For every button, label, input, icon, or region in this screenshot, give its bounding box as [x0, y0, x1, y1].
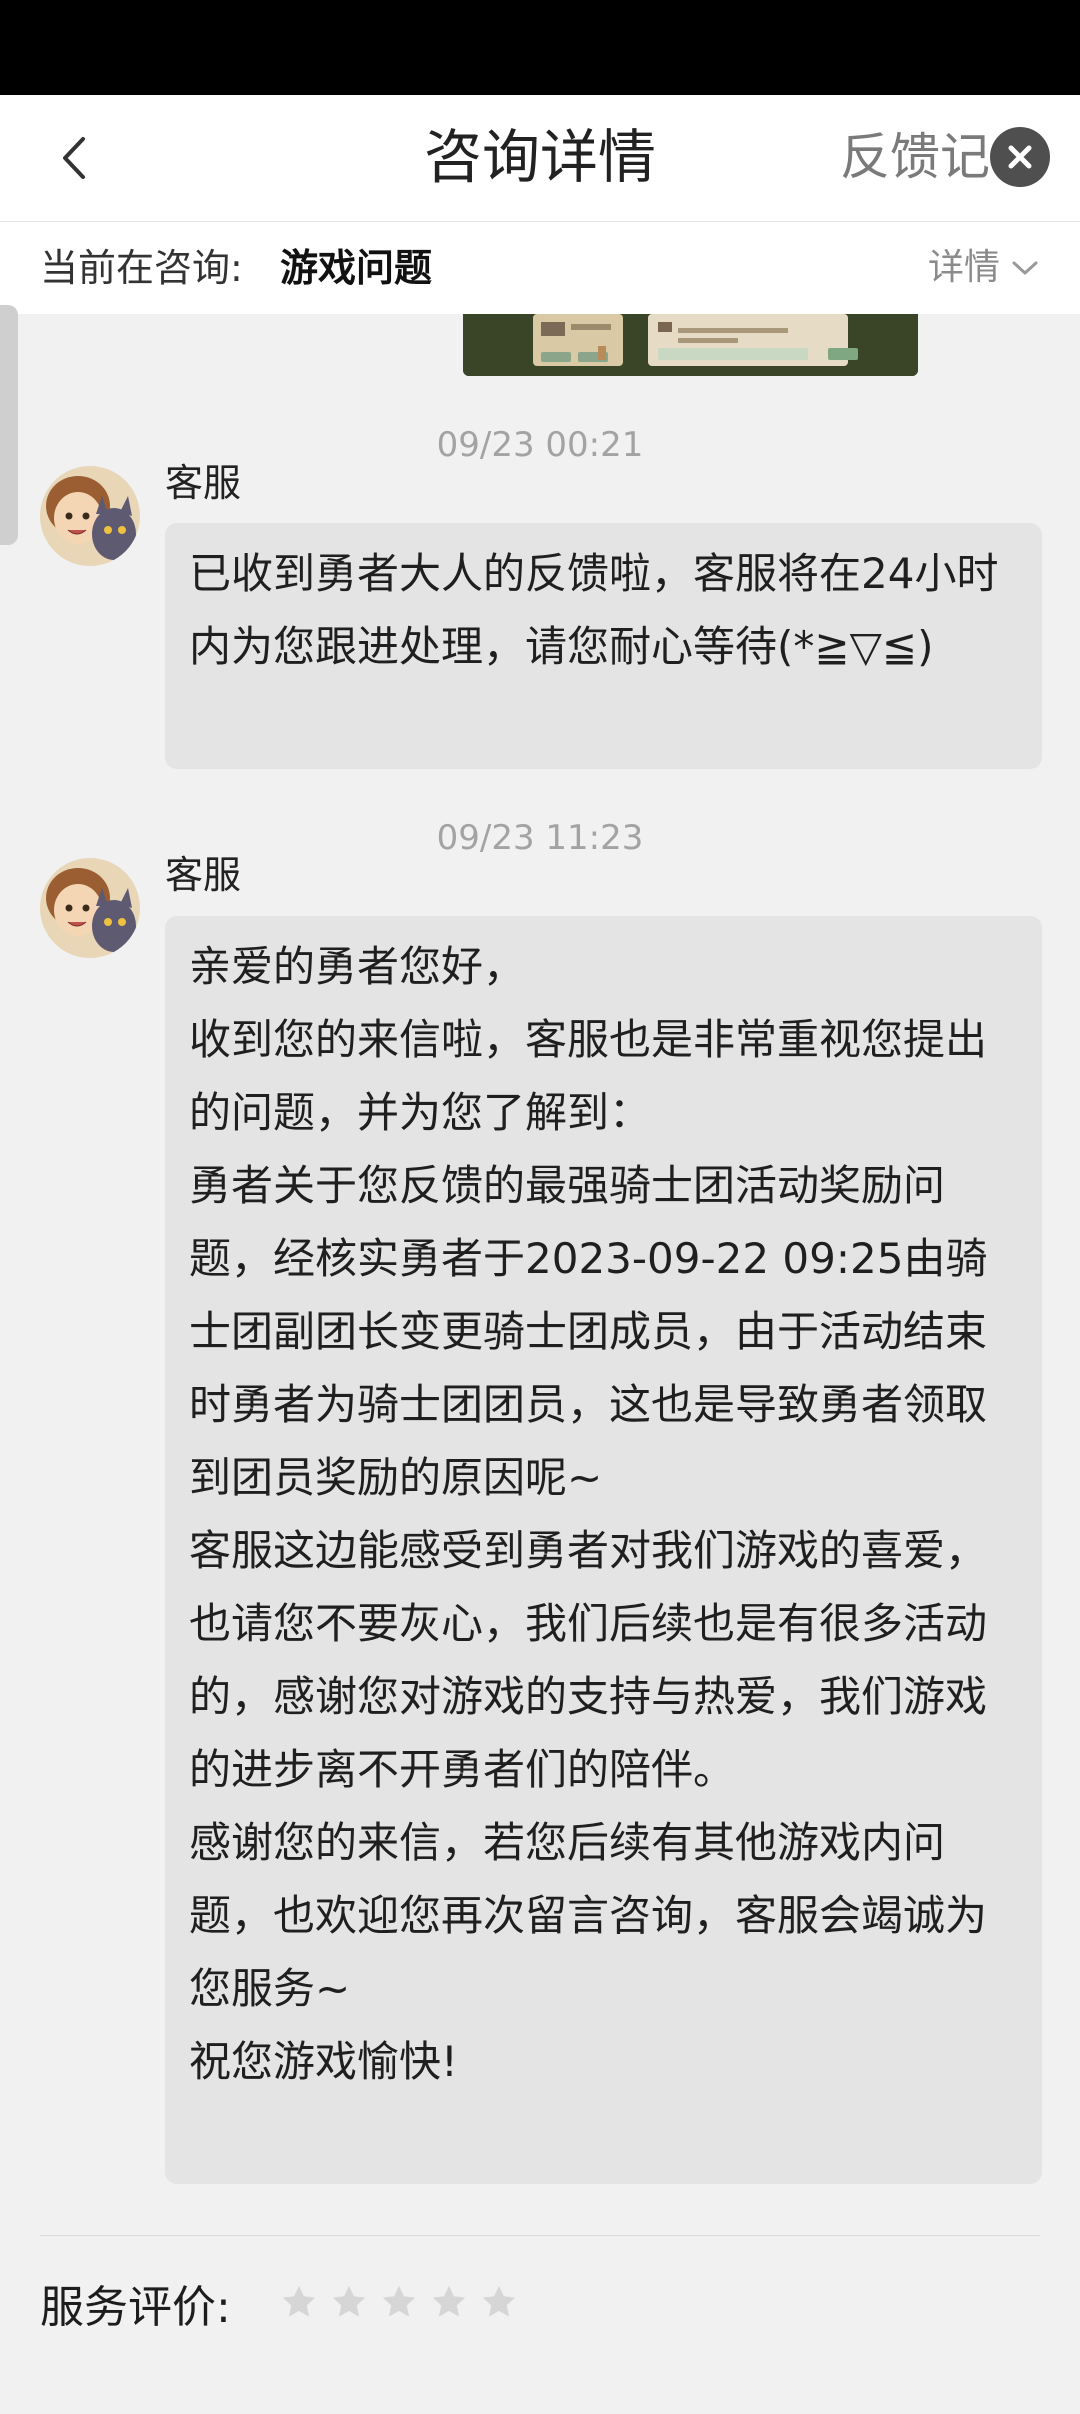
- star-icon[interactable]: [430, 2283, 468, 2321]
- star-icon[interactable]: [380, 2283, 418, 2321]
- message-line: 收到您的来信啦，客服也是非常重视您提出的问题，并为您了解到：: [189, 1015, 988, 1137]
- screenshot-thumbnail[interactable]: [463, 314, 918, 376]
- consult-topic: 游戏问题: [280, 246, 433, 290]
- chevron-down-icon: [1012, 261, 1038, 275]
- consult-topic-bar: 当前在咨询: 游戏问题 详情: [0, 222, 1080, 314]
- close-button[interactable]: [990, 127, 1050, 187]
- close-icon: [1008, 145, 1032, 169]
- message-timestamp: 09/23 11:23: [436, 818, 644, 858]
- feedback-record-link[interactable]: 反馈记: [840, 122, 990, 192]
- sender-name: 客服: [165, 853, 242, 897]
- message-bubble: 已收到勇者大人的反馈啦，客服将在24小时内为您跟进处理，请您耐心等待(*≧▽≦): [165, 523, 1042, 769]
- message-line: 感谢您的来信，若您后续有其他游戏内问题，也欢迎您再次留言咨询，客服会竭诚为您服务…: [189, 1818, 988, 2013]
- detail-toggle-label: 详情: [927, 247, 1000, 288]
- rating-stars[interactable]: [280, 2283, 518, 2321]
- message-timestamp: 09/23 00:21: [436, 425, 644, 465]
- status-bar: [0, 0, 1080, 95]
- top-bar: 咨询详情 反馈记: [0, 95, 1080, 222]
- avatar[interactable]: [40, 466, 140, 566]
- avatar[interactable]: [40, 858, 140, 958]
- service-rating-label: 服务评价:: [40, 2282, 231, 2333]
- message-line: 勇者关于您反馈的最强骑士团活动奖励问题，经核实勇者于2023-09-22 09:…: [189, 1161, 988, 1502]
- message-text: 已收到勇者大人的反馈啦，客服将在24小时内为您跟进处理，请您耐心等待(*≧▽≦): [189, 549, 999, 671]
- message-bubble: 亲爱的勇者您好， 收到您的来信啦，客服也是非常重视您提出的问题，并为您了解到： …: [165, 916, 1042, 2184]
- sender-name: 客服: [165, 461, 242, 505]
- detail-toggle[interactable]: 详情: [928, 240, 1040, 296]
- divider: [40, 2235, 1040, 2236]
- message-line: 客服这边能感受到勇者对我们游戏的喜爱，也请您不要灰心，我们后续也是有很多活动的，…: [189, 1526, 988, 1794]
- star-icon[interactable]: [330, 2283, 368, 2321]
- message-line: 亲爱的勇者您好，: [189, 942, 526, 991]
- consult-label: 当前在咨询:: [40, 246, 243, 290]
- customer-service-avatar-icon: [40, 466, 140, 566]
- star-icon[interactable]: [480, 2283, 518, 2321]
- screenshot-image: [463, 314, 918, 376]
- star-icon[interactable]: [280, 2283, 318, 2321]
- customer-service-avatar-icon: [40, 858, 140, 958]
- message-line: 祝您游戏愉快!: [189, 2037, 458, 2086]
